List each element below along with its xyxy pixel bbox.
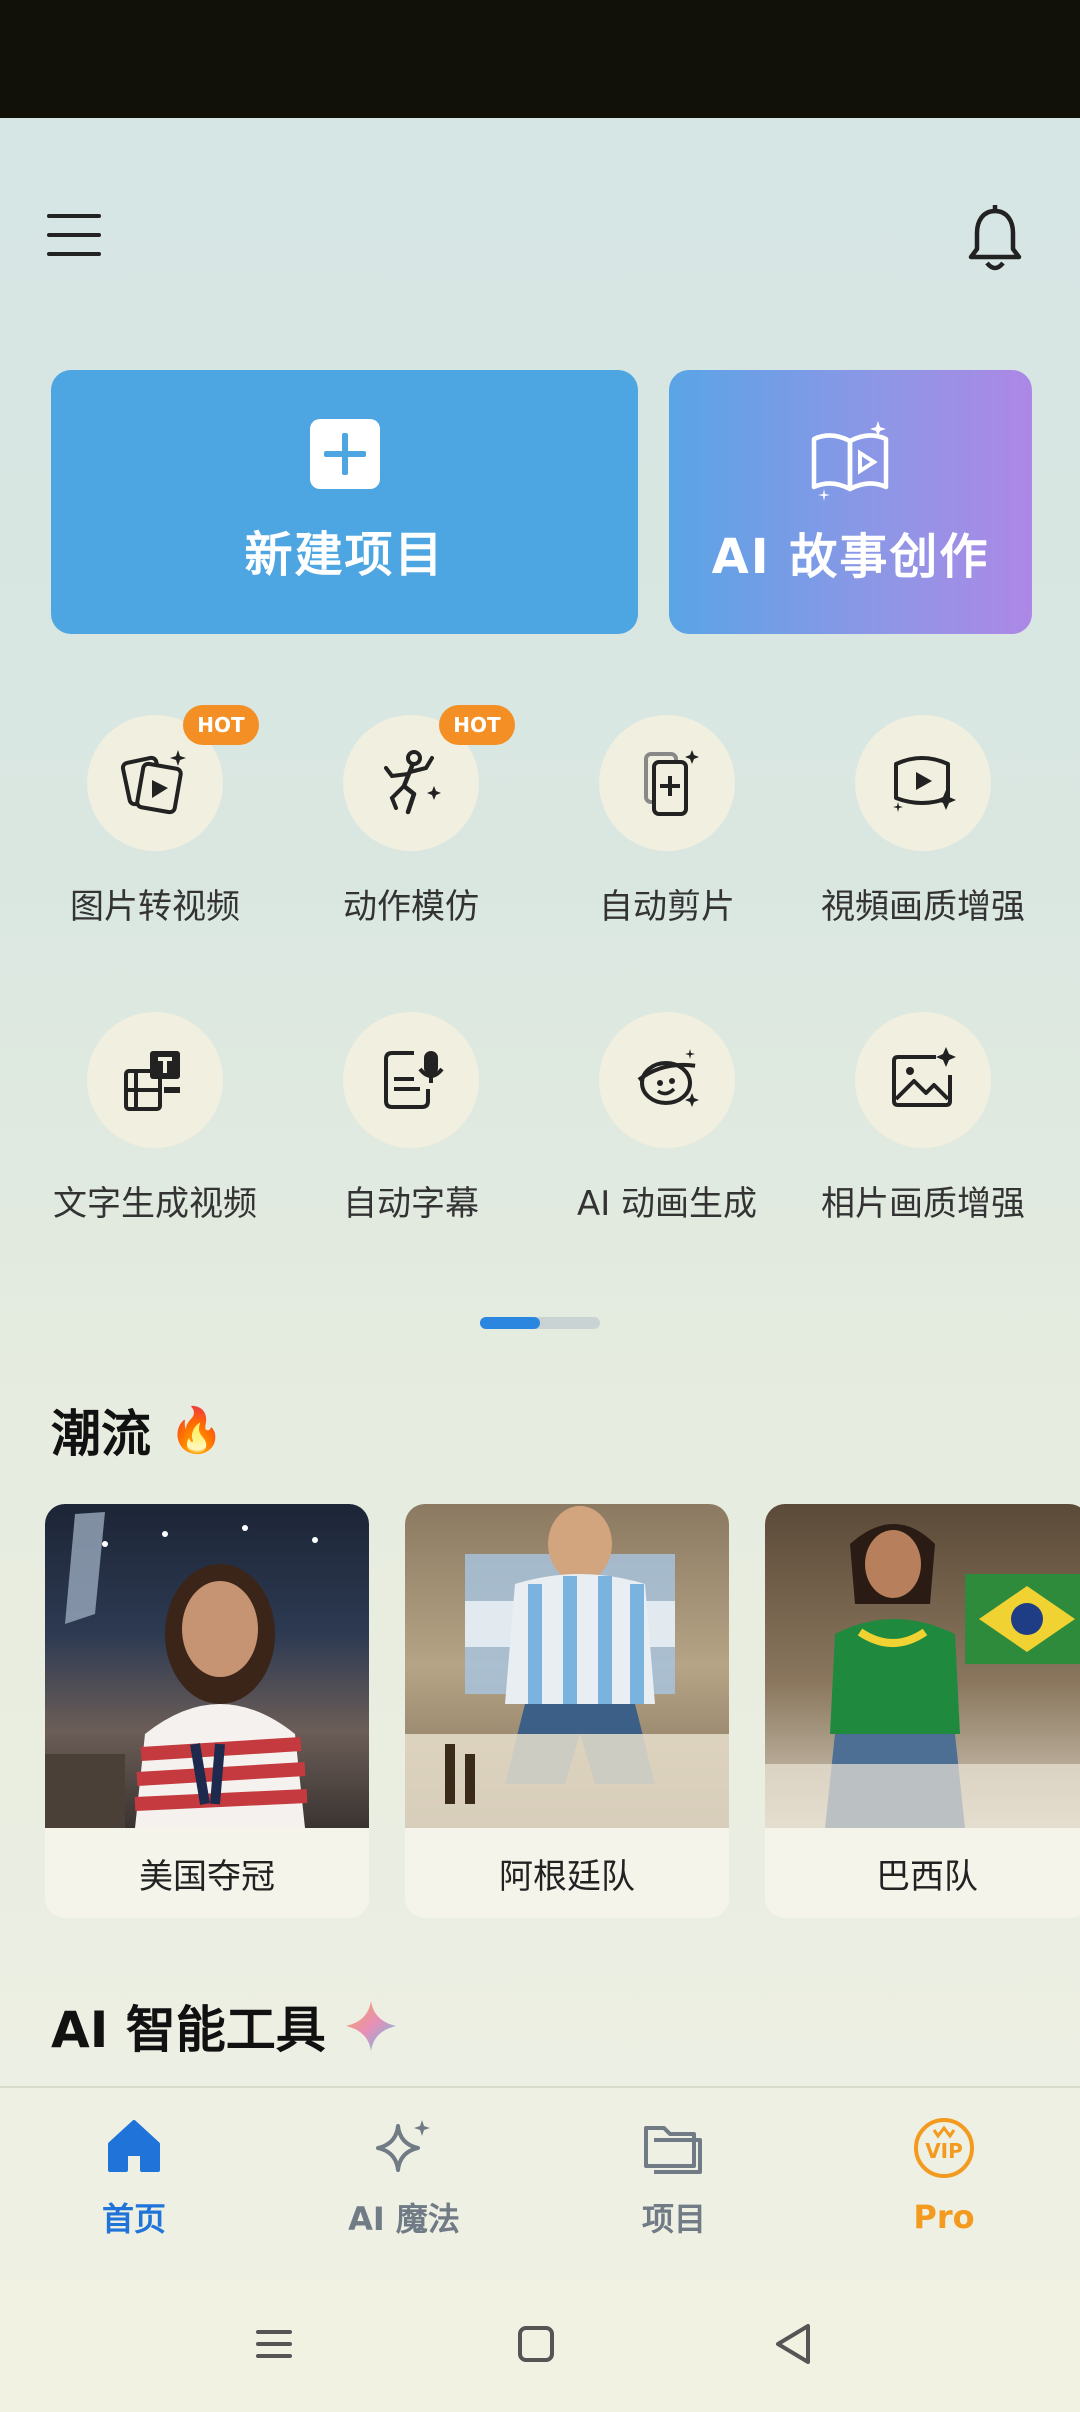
- folder-icon: [644, 2126, 702, 2174]
- nav-label: 首页: [101, 2200, 166, 2238]
- nav-projects[interactable]: 项目: [574, 2116, 774, 2240]
- tool-auto-subtitle[interactable]: 自动字幕: [296, 1012, 526, 1225]
- home-icon: [108, 2120, 160, 2172]
- hot-badge: HOT: [183, 705, 259, 745]
- fire-icon: 🔥: [169, 1405, 224, 1456]
- dance-icon: [384, 750, 441, 815]
- trend-name: 美国夺冠: [139, 1856, 275, 1897]
- nav-label: 项目: [641, 2200, 706, 2238]
- ai-story-label: AI 故事创作: [711, 529, 990, 585]
- trend-image: [765, 1504, 1080, 1828]
- bell-icon: [968, 205, 1022, 271]
- tool-text-to-video[interactable]: 文字生成视频: [40, 1012, 270, 1225]
- ai-tools-title: AI 智能工具: [51, 2001, 326, 2059]
- svg-text:VIP: VIP: [925, 2139, 963, 2163]
- trend-card-argentina[interactable]: 阿根廷队: [405, 1504, 729, 1918]
- back-triangle-icon: [776, 2324, 810, 2364]
- plus-icon: [309, 419, 380, 489]
- tool-label: 自动剪片: [599, 887, 735, 927]
- ai-story-card[interactable]: AI 故事创作: [669, 370, 1032, 634]
- nav-pro[interactable]: VIP Pro: [844, 2116, 1044, 2236]
- new-project-label: 新建项目: [244, 527, 445, 583]
- home-system-button[interactable]: [512, 2320, 560, 2372]
- trend-name: 阿根廷队: [499, 1856, 635, 1897]
- system-navigation-bar: [0, 2280, 1080, 2412]
- ai-animation-icon: [637, 1049, 699, 1107]
- trends-title: 潮流: [51, 1405, 151, 1463]
- ai-tools-section-title: AI 智能工具: [51, 1990, 398, 2062]
- tool-photo-enhance[interactable]: 相片画质增强: [808, 1012, 1038, 1225]
- tool-label: 自动字幕: [343, 1184, 479, 1224]
- pager-active-segment: [480, 1317, 540, 1329]
- nav-ai-magic[interactable]: AI 魔法: [304, 2116, 504, 2240]
- tool-video-enhance[interactable]: 視頻画质增强: [808, 715, 1038, 928]
- tool-label: 視頻画质增强: [821, 887, 1025, 927]
- magic-icon: [376, 2120, 430, 2172]
- trends-section-title: 潮流 🔥: [51, 1394, 224, 1466]
- image-to-video-icon: [120, 750, 186, 815]
- tool-label: 动作模仿: [343, 887, 479, 927]
- menu-button[interactable]: [30, 190, 120, 280]
- tool-label: 文字生成视频: [53, 1184, 257, 1224]
- hot-badge: HOT: [439, 705, 515, 745]
- trend-card-brazil[interactable]: 巴西队: [765, 1504, 1080, 1918]
- tool-auto-cut[interactable]: 自动剪片: [552, 715, 782, 928]
- recents-icon: [256, 2330, 292, 2358]
- tool-label: 相片画质增强: [821, 1184, 1025, 1224]
- home-square-icon: [518, 2326, 554, 2362]
- trend-name: 巴西队: [876, 1856, 978, 1897]
- trend-card-usa[interactable]: 美国夺冠: [45, 1504, 369, 1918]
- nav-label: AI 魔法: [348, 2200, 460, 2238]
- tool-motion-mimic[interactable]: HOT 动作模仿: [296, 705, 526, 928]
- bottom-navigation: 首页 AI 魔法 项目 VIP Pro: [0, 2086, 1080, 2282]
- recents-button[interactable]: [250, 2320, 298, 2372]
- text-to-video-icon: [124, 1051, 180, 1111]
- trend-image: [405, 1504, 729, 1828]
- photo-enhance-icon: [892, 1047, 956, 1107]
- tool-image-to-video[interactable]: HOT 图片转视频: [40, 705, 270, 928]
- video-enhance-icon: [893, 756, 956, 812]
- tool-ai-animation[interactable]: AI 动画生成: [552, 1012, 782, 1225]
- trend-image: [45, 1504, 369, 1828]
- vip-icon: VIP: [914, 2118, 974, 2178]
- status-bar: [0, 0, 1080, 118]
- menu-icon: [47, 214, 101, 256]
- pager-indicator: [480, 1317, 600, 1329]
- new-project-card[interactable]: 新建项目: [51, 370, 638, 634]
- subtitle-icon: [384, 1051, 444, 1109]
- back-system-button[interactable]: [770, 2320, 818, 2372]
- book-play-icon: [811, 421, 888, 501]
- auto-cut-icon: [644, 750, 699, 816]
- nav-label: Pro: [913, 2198, 975, 2236]
- tool-label: 图片转视频: [70, 887, 240, 927]
- tool-label: AI 动画生成: [576, 1184, 758, 1224]
- notifications-button[interactable]: [950, 190, 1040, 290]
- sparkle-icon: [345, 2001, 396, 2051]
- nav-home[interactable]: 首页: [34, 2116, 234, 2240]
